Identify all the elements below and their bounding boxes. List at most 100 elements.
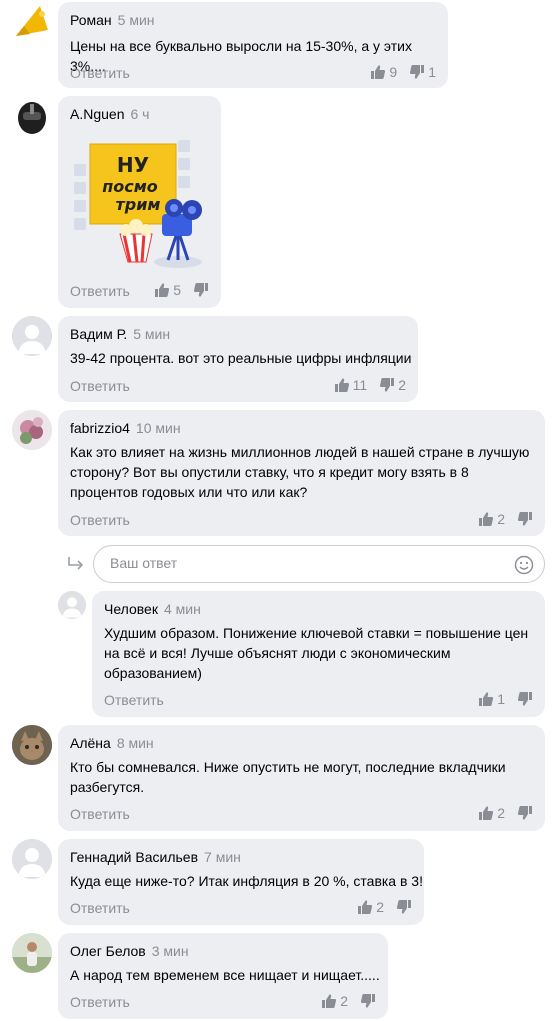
- like-button[interactable]: 9: [370, 64, 397, 80]
- dislike-button[interactable]: [193, 282, 209, 298]
- default-user-icon: [12, 316, 52, 356]
- reply-field[interactable]: [93, 545, 545, 583]
- comment-text: Кто бы сомневался. Ниже опустить не могу…: [70, 757, 506, 797]
- avatar[interactable]: [12, 96, 52, 136]
- like-button[interactable]: 11: [334, 377, 368, 393]
- dislike-button[interactable]: [360, 993, 376, 1009]
- like-button[interactable]: 2: [478, 511, 505, 527]
- like-count: 5: [173, 282, 181, 298]
- comment-text: Как это влияет на жизнь миллионнов людей…: [70, 442, 529, 502]
- reply-button[interactable]: Ответить: [70, 900, 130, 916]
- comment-author[interactable]: Человек: [104, 601, 158, 617]
- comment-text-line: Худшим образом. Понижение ключевой ставк…: [104, 625, 529, 641]
- dislike-button[interactable]: [396, 899, 412, 915]
- avatar[interactable]: [12, 316, 52, 356]
- avatar[interactable]: [12, 2, 52, 42]
- comment-time: 5 мин: [133, 326, 171, 342]
- comment-text: 39-42 процента. вот это реальные цифры и…: [70, 348, 411, 368]
- thumbs-down-icon: [410, 65, 425, 79]
- reply-button[interactable]: Ответить: [70, 65, 130, 81]
- comment-text-line: Кто бы сомневался. Ниже опустить не могу…: [70, 759, 506, 775]
- thumbs-up-icon: [479, 512, 494, 526]
- avatar[interactable]: [58, 591, 86, 619]
- reply-input[interactable]: [108, 554, 512, 572]
- comment-author[interactable]: Олег Белов: [70, 943, 146, 959]
- dislike-button[interactable]: [517, 805, 533, 821]
- comment-author[interactable]: Алёна: [70, 735, 111, 751]
- avatar[interactable]: [12, 725, 52, 765]
- comment-time: 6 ч: [130, 106, 150, 122]
- like-button[interactable]: 1: [478, 691, 505, 707]
- comment-bubble: Геннадий Васильев 7 мин Куда еще ниже-то?…: [58, 839, 424, 925]
- comment-time: 10 мин: [135, 420, 181, 436]
- comment-text-line: разбегутся.: [70, 779, 145, 795]
- comment-author[interactable]: Роман: [70, 12, 112, 28]
- comment-author[interactable]: Вадим Р.: [70, 326, 127, 342]
- comment-bubble: Вадим Р. 5 мин 39-42 процента. вот это ре…: [58, 316, 418, 402]
- like-button[interactable]: 2: [321, 993, 348, 1009]
- reply-button[interactable]: Ответить: [70, 378, 130, 394]
- comment-bubble: A.Nguen 6 ч НУ посмо трим Ответить 5: [58, 96, 221, 308]
- comment-text-line: на всё и вся! Лучше объяснят люди с экон…: [104, 645, 451, 661]
- votes: 2: [321, 993, 376, 1009]
- thumbs-down-icon: [396, 900, 411, 914]
- avatar[interactable]: [12, 410, 52, 450]
- dislike-button[interactable]: [517, 511, 533, 527]
- comment-time: 4 мин: [163, 601, 201, 617]
- dislike-button[interactable]: [517, 691, 533, 707]
- flowers-photo: [12, 410, 52, 450]
- avatar[interactable]: [12, 839, 52, 879]
- comment-author[interactable]: Геннадий Васильев: [70, 849, 198, 865]
- comment-text-line: процентов годовых или что или как?: [70, 484, 308, 500]
- reply-button[interactable]: Ответить: [104, 692, 164, 708]
- reply-button[interactable]: Ответить: [70, 512, 130, 528]
- votes: 2: [357, 899, 412, 915]
- comment-bubble: Роман 5 мин Цены на все буквально выросли…: [58, 2, 448, 88]
- reply-button[interactable]: Ответить: [70, 283, 130, 299]
- comment-bubble: fabrizzio4 10 мин Как это влияет на жизнь…: [58, 410, 545, 536]
- like-count: 2: [497, 511, 505, 527]
- reply-button[interactable]: Ответить: [70, 994, 130, 1010]
- like-button[interactable]: 2: [357, 899, 384, 915]
- outdoor-photo: [12, 933, 52, 973]
- like-count: 9: [389, 64, 398, 80]
- reply-arrow-icon: [68, 557, 84, 570]
- thumbs-up-icon: [322, 994, 337, 1008]
- dislike-count: 2: [398, 377, 406, 393]
- thumbs-up-icon: [371, 65, 386, 79]
- comment-text-line: А народ тем временем все нищает и нищает…: [70, 967, 380, 983]
- like-button[interactable]: 2: [478, 805, 505, 821]
- dislike-button[interactable]: 1: [409, 64, 436, 80]
- comment-author[interactable]: A.Nguen: [70, 106, 124, 122]
- helmet-icon: [18, 102, 46, 134]
- reply-button[interactable]: Ответить: [70, 806, 130, 822]
- votes: 1: [478, 691, 533, 707]
- emoji-icon[interactable]: [514, 555, 534, 575]
- sticker-text-1: НУ: [117, 153, 149, 177]
- like-button[interactable]: 5: [154, 282, 181, 298]
- votes: 2: [478, 805, 533, 821]
- comment-bubble: Олег Белов 3 мин А народ тем временем все…: [58, 933, 388, 1019]
- comment-bubble: Человек 4 мин Худшим образом. Понижение к…: [92, 591, 545, 717]
- thumbs-up-icon: [155, 283, 170, 297]
- comment-time: 8 мин: [116, 735, 154, 751]
- thumbs-down-icon: [517, 692, 532, 706]
- votes: 9 1: [370, 64, 436, 80]
- thumbs-down-icon: [360, 994, 375, 1008]
- cat-photo: [12, 725, 52, 765]
- sticker-text-2: посмо: [102, 177, 158, 196]
- thumbs-up-icon: [479, 692, 494, 706]
- like-count: 2: [497, 805, 505, 821]
- dislike-count: 1: [428, 64, 436, 80]
- comment-time: 3 мин: [151, 943, 189, 959]
- comment-text: Худшим образом. Понижение ключевой ставк…: [104, 623, 528, 683]
- thumbs-up-icon: [479, 806, 494, 820]
- like-count: 11: [352, 377, 368, 393]
- comment-text-line: 39-42 процента. вот это реальные цифры и…: [70, 350, 412, 366]
- like-count: 1: [497, 691, 505, 707]
- dislike-button[interactable]: 2: [379, 377, 406, 393]
- sticker-text-3: трим: [115, 195, 160, 214]
- avatar[interactable]: [12, 933, 52, 973]
- thumbs-up-icon: [334, 378, 349, 392]
- comment-author[interactable]: fabrizzio4: [70, 420, 130, 436]
